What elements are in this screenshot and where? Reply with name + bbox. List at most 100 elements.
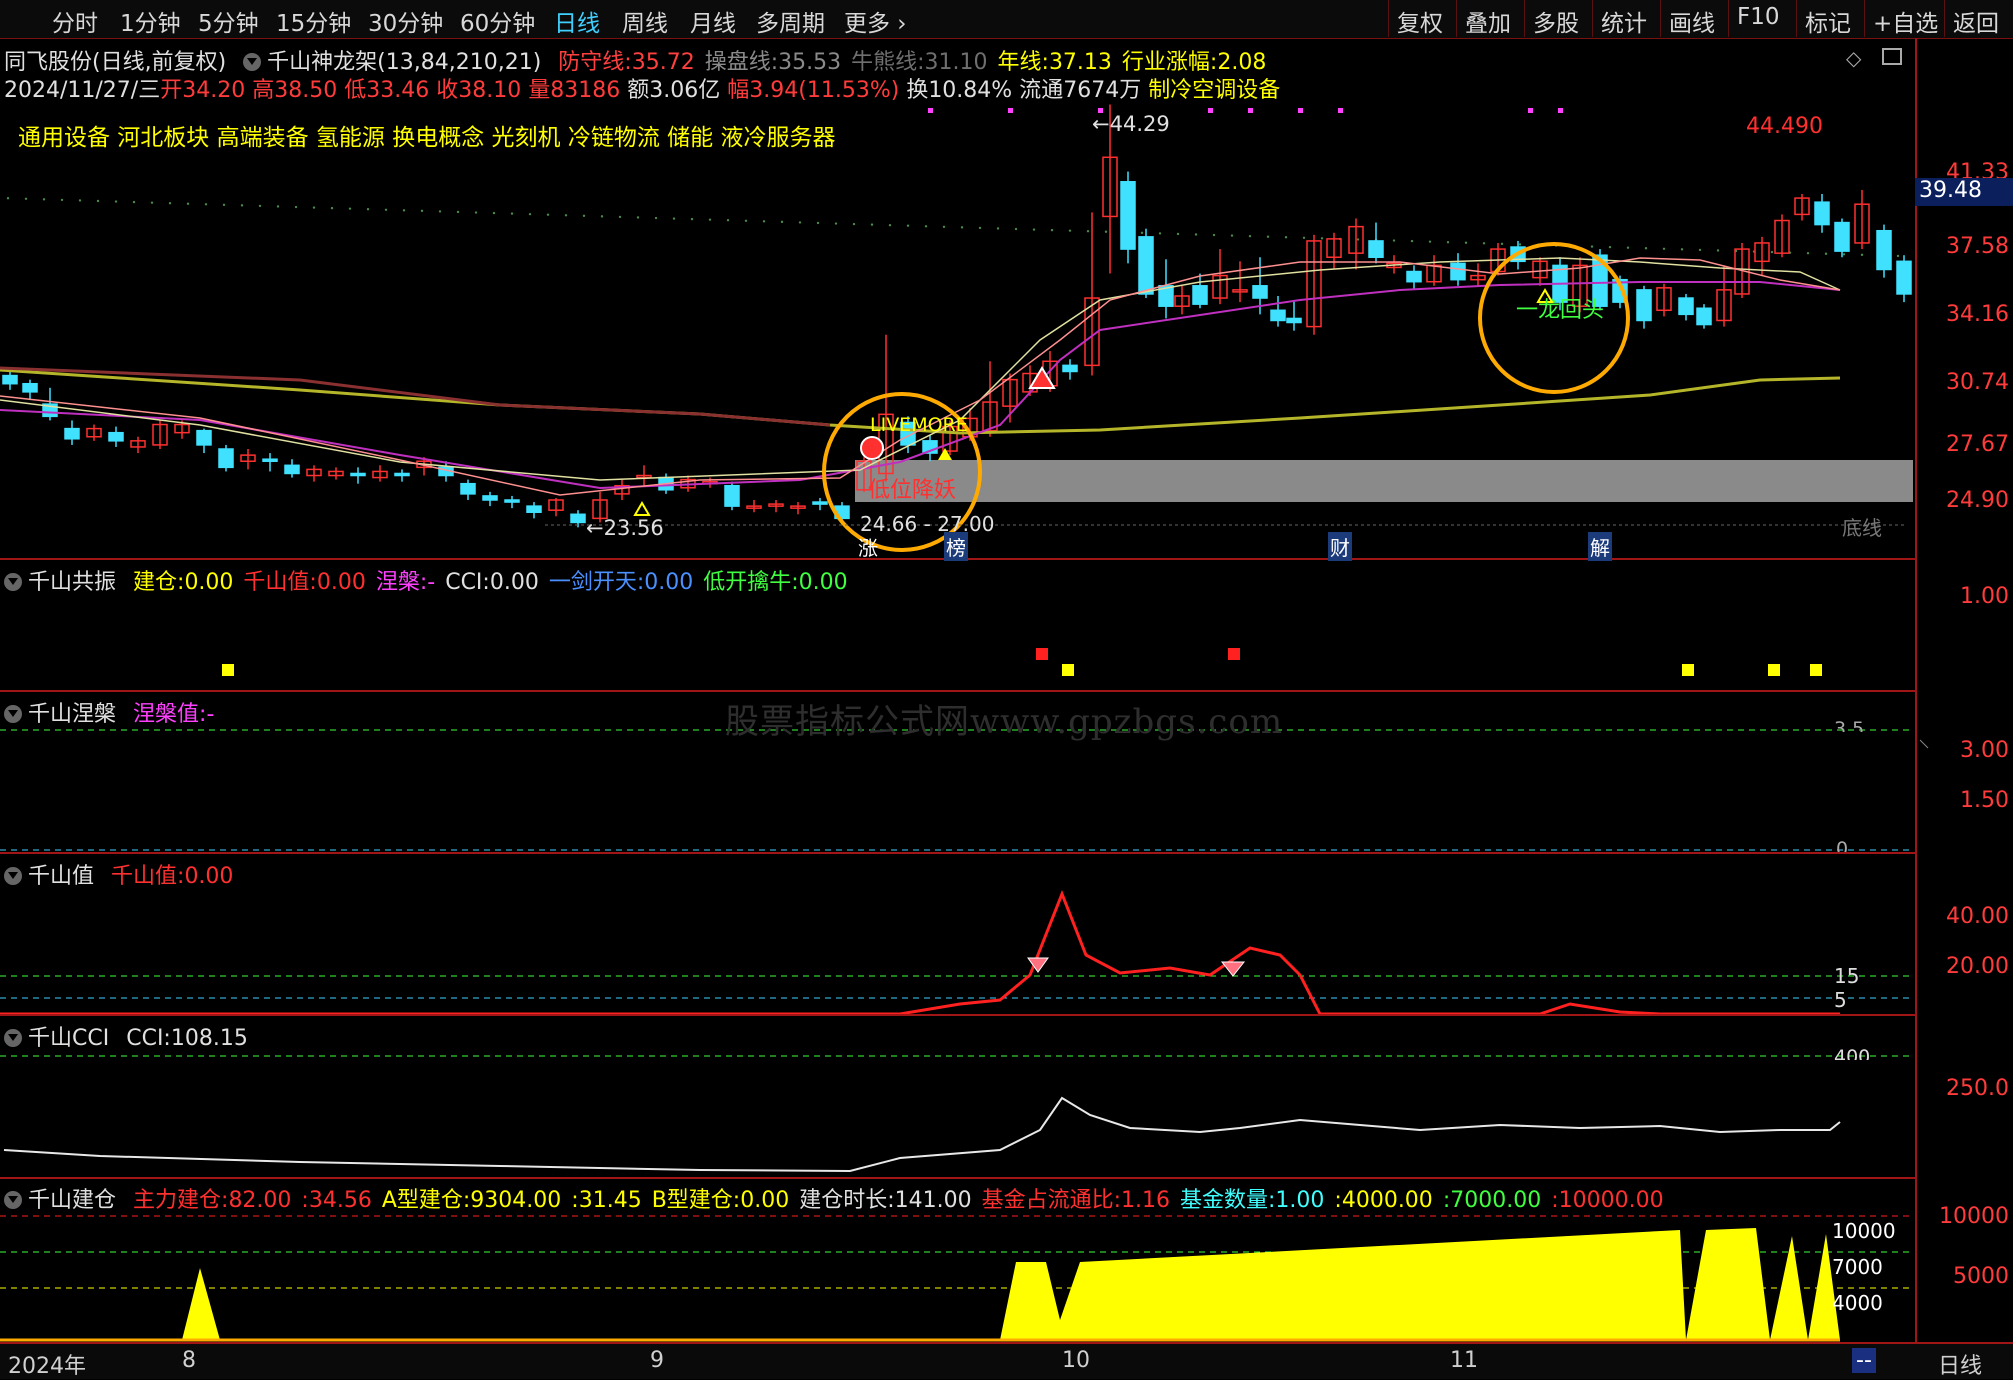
dotted-line [24,197,28,200]
dotted-line [348,207,352,210]
candle-body [1270,309,1286,322]
build-area [182,1268,220,1340]
dotted-line [168,201,172,205]
pane2-ref-label: 0 [1836,838,1849,852]
candle-body [1896,260,1912,295]
field-value: 7000.00 [1450,1188,1542,1213]
time-axis-label: 8 [182,1348,196,1373]
kline-chart-canvas[interactable] [0,0,2013,1377]
dotted-line [816,221,820,225]
field-label: 一剑开天: [548,570,645,595]
pane2-title[interactable]: 千山涅槃 [28,702,116,727]
field-value: 108.15 [170,1026,248,1051]
dotted-line [942,225,946,229]
dotted-line [1140,231,1144,235]
dotted-line [618,215,622,219]
pane1-header: 千山共振 建仓:0.00 千山值:0.00 涅槃:- CCI:0.00 一剑开天:0.0… [4,564,848,596]
pane2-ref-label: 3.5 [1834,718,1865,732]
event-tag[interactable]: 解 [1588,532,1612,561]
dotted-line [1230,234,1234,237]
candle-body [1120,181,1136,250]
float-shares: 流通7674万 [1019,78,1142,103]
candle-body [1814,201,1830,226]
pane2-header: 千山涅槃 涅槃值:- [4,696,214,728]
axis-tick [1919,739,1929,749]
dotted-line [1356,238,1360,241]
indicator-dropdown-icon[interactable] [4,705,22,723]
dotted-line [1068,229,1072,232]
field-0: 主力建仓:82.00 [133,1188,291,1213]
low-label: 低 [344,78,367,103]
dotted-line [546,213,550,216]
dotted-line [1806,251,1810,255]
indicator-dropdown-icon[interactable] [4,1191,22,1209]
field-value: 31.45 [578,1188,642,1213]
dotted-line [1158,232,1162,235]
cci-line [3,1096,1841,1173]
industry-name[interactable]: 制冷空调设备 [1148,78,1280,103]
dotted-line [78,199,82,202]
signal-square [1810,664,1822,676]
time-axis-label: 9 [650,1348,664,1373]
dotted-line [276,205,280,208]
dotted-line [1446,241,1450,244]
price-range-label: 24.66 - 27.00 [860,512,995,536]
event-tag[interactable]: 榜 [944,532,968,561]
marker-dot [1248,108,1253,113]
price-axis-label: 37.58 [1946,234,2009,259]
marker-dot [1008,108,1013,113]
field-5: 建仓时长:141.00 [799,1188,971,1213]
dotted-line [366,208,370,211]
pane4-ref-label: 400 [1834,1046,1871,1060]
quote-row: 2024/11/27/三开34.20 高38.50 低33.46 收38.10 … [4,72,1280,104]
diamond-icon[interactable]: ◇ [1846,46,1861,70]
dotted-line [1500,242,1504,246]
dotted-line [1248,234,1252,238]
dotted-line [1320,237,1324,240]
field-value: 1.00 [1275,1188,1325,1213]
dotted-line [600,215,604,218]
candle-body [2,374,18,385]
field-value: 0.00 [316,570,366,595]
pane1-title[interactable]: 千山共振 [28,570,116,595]
high-price-marker: ←44.29 [1092,112,1170,136]
dotted-line [6,197,10,200]
indicator-dropdown-icon[interactable] [4,867,22,885]
time-axis-cursor: -- [1852,1348,1876,1373]
field-6: 基金占流通比:1.16 [982,1188,1170,1213]
candle-body [1368,240,1384,258]
dotted-line [672,217,676,220]
signal-square [1062,664,1074,676]
pane4-title[interactable]: 千山CCI [28,1026,109,1051]
pane3-title[interactable]: 千山值 [28,864,94,889]
event-tag[interactable]: 涨 [858,532,878,561]
indicator-dropdown-icon[interactable] [243,53,262,71]
field-label: 涅槃值: [133,702,207,727]
dotted-line [1896,254,1900,258]
indicator-dropdown-icon[interactable] [4,1029,22,1047]
period-indicator[interactable]: 日线 [1938,1348,1982,1380]
window-toggle-icon[interactable] [1882,48,1902,65]
dotted-line [420,209,424,213]
diamond-signal-icon [1220,961,1246,977]
dotted-line [1842,253,1846,256]
field-1: :34.56 [301,1188,371,1213]
pane2-fields: 涅槃值:- [123,702,214,727]
dotted-line [780,220,784,224]
signal-square [1228,648,1240,660]
candle-body [504,499,520,503]
candle-body [1192,285,1208,305]
build-area [1686,1228,1770,1340]
pane4-axis-label: 250.0 [1946,1076,2009,1101]
dotted-line [1266,235,1270,238]
high-price-value: 44.29 [1109,112,1170,136]
dotted-line [1302,236,1306,240]
dotted-line [510,212,514,215]
indicator-dropdown-icon[interactable] [4,573,22,591]
pane5-title[interactable]: 千山建仓 [28,1188,116,1213]
field-2: A型建仓:9304.00 [382,1188,561,1213]
dotted-line [114,200,118,203]
time-axis-bar: 2024年 8 9 10 11 -- 日线 [0,1342,2013,1379]
open-value: 34.20 [182,78,246,103]
event-tag[interactable]: 财 [1328,532,1352,561]
